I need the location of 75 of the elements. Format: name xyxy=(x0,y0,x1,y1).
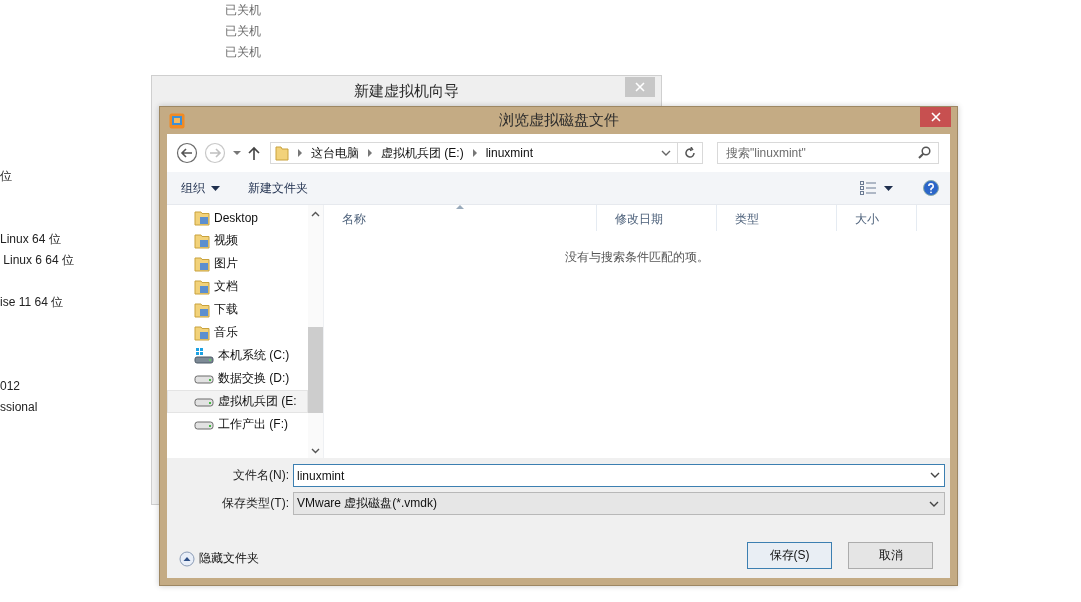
vm-name-text: 012 xyxy=(0,378,21,395)
caret-icon[interactable] xyxy=(884,185,893,191)
dialog-button[interactable]: 取消 xyxy=(848,542,933,569)
folder-icon xyxy=(275,145,289,161)
caret-icon xyxy=(211,185,220,191)
refresh-icon xyxy=(684,147,696,159)
folder-icon xyxy=(194,232,210,249)
drive-icon xyxy=(194,398,214,407)
breadcrumb-item[interactable]: 这台电脑 xyxy=(311,144,359,162)
status-text: 已关机 xyxy=(225,23,261,40)
vm-name-text: Linux 64 位 xyxy=(0,231,61,248)
up-arrow-icon[interactable] xyxy=(248,146,260,160)
close-icon xyxy=(930,112,941,122)
address-bar[interactable]: 这台电脑 虚拟机兵团 (E:) linuxmint xyxy=(270,142,678,164)
nav-item[interactable]: 视频 xyxy=(167,229,308,252)
nav-item[interactable]: 文档 xyxy=(167,275,308,298)
collapse-icon xyxy=(179,550,195,567)
hide-folders-button[interactable]: 隐藏文件夹 xyxy=(179,550,259,567)
field-label: 文件名(N): xyxy=(232,467,290,484)
vm-name-text: Linux 6 64 位 xyxy=(2,252,75,269)
nav-item[interactable]: 虚拟机兵团 (E: xyxy=(167,390,308,413)
folder-icon xyxy=(194,278,210,295)
nav-item[interactable]: 工作产出 (F:) xyxy=(167,413,308,436)
system-drive-icon xyxy=(194,347,214,364)
drive-icon xyxy=(194,421,214,430)
toolbar-button[interactable]: 新建文件夹 xyxy=(244,177,312,199)
nav-item[interactable]: 图片 xyxy=(167,252,308,275)
vm-name-text: ssional xyxy=(0,399,38,416)
column-header[interactable]: 名称 xyxy=(324,205,597,231)
breadcrumb-item[interactable]: linuxmint xyxy=(485,146,534,160)
file-name-field[interactable]: linuxmint xyxy=(293,464,945,487)
folder-icon xyxy=(194,209,210,226)
nav-item[interactable]: 本机系统 (C:) xyxy=(167,344,308,367)
status-text: 已关机 xyxy=(225,2,261,19)
chevron-icon xyxy=(367,149,373,157)
folder-icon xyxy=(194,301,210,318)
nav-item[interactable]: 音乐 xyxy=(167,321,308,344)
folder-icon xyxy=(194,324,210,341)
empty-message: 没有与搜索条件匹配的项。 xyxy=(565,249,709,266)
app-icon xyxy=(169,113,185,129)
help-icon[interactable] xyxy=(923,180,939,196)
window-title: 浏览虚拟磁盘文件 xyxy=(498,111,619,130)
dropdown-icon[interactable] xyxy=(930,472,940,478)
field-label: 保存类型(T): xyxy=(221,495,290,512)
search-icon xyxy=(918,146,931,159)
drive-icon xyxy=(194,375,214,384)
folder-icon xyxy=(194,255,210,272)
status-text: 已关机 xyxy=(225,44,261,61)
nav-item[interactable]: Desktop xyxy=(167,206,308,229)
dropdown-icon[interactable] xyxy=(661,150,671,156)
chevron-icon xyxy=(297,149,303,157)
refresh-button[interactable] xyxy=(677,142,703,164)
view-list-icon[interactable] xyxy=(860,181,876,195)
nav-item[interactable]: 数据交换 (D:) xyxy=(167,367,308,390)
chevron-icon xyxy=(471,149,478,157)
column-header[interactable]: 修改日期 xyxy=(597,205,717,231)
sort-arrow-icon xyxy=(456,205,464,209)
breadcrumb-item[interactable]: 虚拟机兵团 (E:) xyxy=(381,144,464,162)
nav-item[interactable]: 下载 xyxy=(167,298,308,321)
organize-menu[interactable]: 组织 xyxy=(177,177,224,199)
scrollbar-thumb[interactable] xyxy=(308,327,323,413)
close-icon xyxy=(635,82,645,92)
column-header[interactable]: 大小 xyxy=(837,205,917,231)
vm-name-text: 位 xyxy=(0,168,12,185)
back-icon[interactable] xyxy=(176,142,198,164)
dropdown-icon xyxy=(929,500,939,507)
window-title: 新建虚拟机向导 xyxy=(354,81,459,101)
column-header[interactable]: 类型 xyxy=(717,205,837,231)
vm-name-text: ise 11 64 位 xyxy=(0,294,64,311)
scroll-up-icon[interactable] xyxy=(311,211,320,217)
search-field[interactable]: 搜索"linuxmint" xyxy=(717,142,939,164)
file-type-dropdown[interactable]: VMware 虚拟磁盘(*.vmdk) xyxy=(293,492,945,515)
close-button[interactable] xyxy=(920,107,951,127)
dialog-button[interactable]: 保存(S) xyxy=(747,542,832,569)
scroll-down-icon[interactable] xyxy=(311,448,320,454)
